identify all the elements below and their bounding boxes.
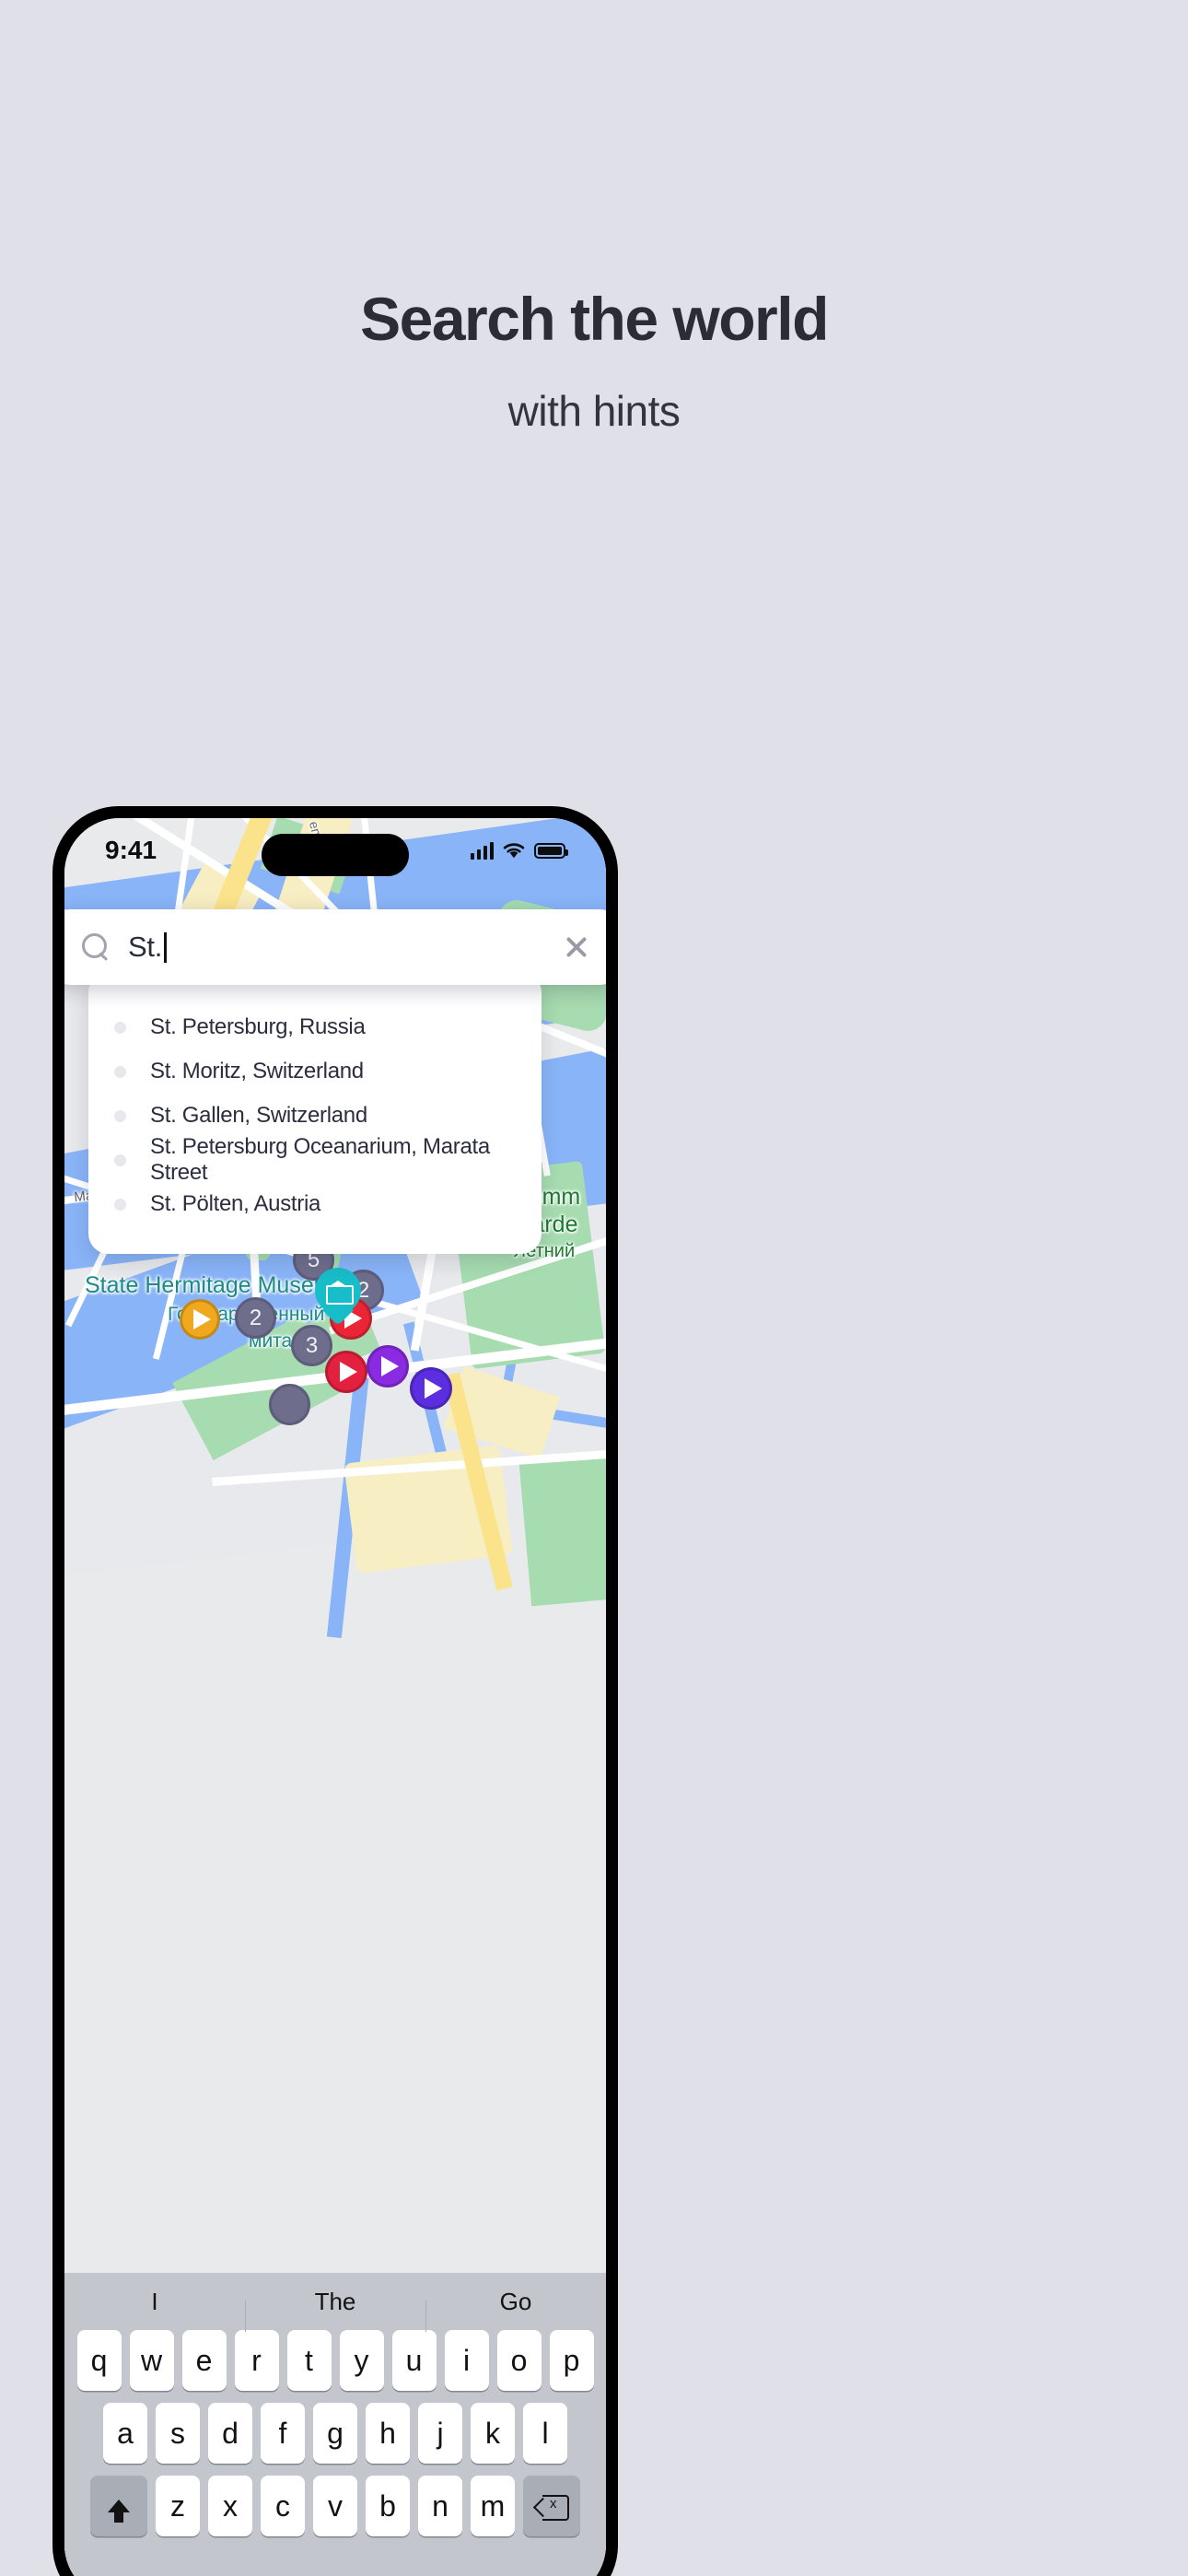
key-v[interactable]: v	[313, 2476, 357, 2536]
search-suggestions-panel: St. Petersburg, Russia St. Moritz, Switz…	[88, 972, 542, 1254]
suggestion-item[interactable]: St. Gallen, Switzerland	[88, 1094, 542, 1138]
suggestion-item[interactable]: St. Petersburg Oceanarium, Marata Street	[88, 1134, 542, 1185]
key-r[interactable]: r	[234, 2330, 279, 2391]
navigation-arrow-icon	[193, 1309, 211, 1329]
key-u[interactable]: u	[391, 2330, 437, 2391]
text-cursor	[164, 931, 167, 963]
suggestion-bullet-icon	[114, 1153, 126, 1166]
suggestion-item[interactable]: St. Pölten, Austria	[88, 1182, 542, 1226]
map-museum-pin[interactable]	[315, 1268, 361, 1326]
key-c[interactable]: c	[261, 2476, 305, 2536]
map-arrow-marker-violet[interactable]	[410, 1367, 452, 1410]
key-o[interactable]: o	[496, 2330, 542, 2391]
suggestion-label: St. Moritz, Switzerland	[150, 1059, 364, 1083]
key-d[interactable]: d	[208, 2403, 252, 2464]
clear-search-button[interactable]	[561, 931, 592, 963]
key-p[interactable]: p	[549, 2330, 594, 2391]
battery-full-icon	[534, 842, 568, 859]
key-t[interactable]: t	[286, 2330, 332, 2391]
map-arrow-marker-crimson[interactable]	[325, 1351, 367, 1393]
key-e[interactable]: e	[181, 2330, 227, 2391]
key-x[interactable]: x	[208, 2476, 252, 2536]
search-input[interactable]: St.	[128, 931, 561, 964]
suggestion-item[interactable]: St. Petersburg, Russia	[88, 1005, 542, 1049]
navigation-arrow-icon	[425, 1378, 442, 1399]
key-h[interactable]: h	[366, 2403, 410, 2464]
map-cluster-marker-partial[interactable]	[269, 1384, 310, 1425]
promo-header: Search the world with hints	[0, 0, 1188, 436]
keyboard-row-3: z x c v b n m x	[64, 2476, 606, 2536]
backspace-icon: x	[536, 2495, 569, 2521]
status-bar-time: 9:41	[105, 836, 157, 864]
keyboard-row-1: q w e r t y u i o p	[64, 2330, 606, 2391]
phone-screen: St enu Makarova Embankment State Hermita…	[64, 818, 606, 2576]
cluster-count: 3	[305, 1332, 319, 1358]
map-cluster-marker[interactable]: 3	[291, 1325, 332, 1366]
suggestion-bullet-icon	[114, 1198, 126, 1211]
key-w[interactable]: w	[129, 2330, 174, 2391]
key-y[interactable]: y	[339, 2330, 384, 2391]
suggestion-item[interactable]: St. Moritz, Switzerland	[88, 1049, 542, 1094]
suggestion-bullet-icon	[114, 1065, 126, 1078]
keyboard-suggestion-bar: I The Go	[64, 2273, 606, 2332]
suggestion-bullet-icon	[114, 1109, 126, 1122]
key-n[interactable]: n	[418, 2476, 462, 2536]
key-m[interactable]: m	[471, 2476, 515, 2536]
keyboard-suggestion[interactable]: The	[245, 2288, 425, 2332]
museum-icon	[326, 1281, 354, 1305]
status-bar-indicators	[470, 841, 568, 860]
suggestion-label: St. Petersburg, Russia	[150, 1014, 366, 1039]
key-a[interactable]: a	[103, 2403, 147, 2464]
suggestion-label: St. Pölten, Austria	[150, 1191, 321, 1216]
navigation-arrow-icon	[381, 1356, 399, 1376]
shift-key[interactable]	[90, 2476, 147, 2536]
key-l[interactable]: l	[523, 2403, 567, 2464]
key-b[interactable]: b	[366, 2476, 410, 2536]
key-s[interactable]: s	[156, 2403, 200, 2464]
page-subtitle: with hints	[507, 386, 681, 435]
map-park-se	[518, 1448, 606, 1607]
search-input-value: St.	[128, 931, 163, 963]
key-k[interactable]: k	[471, 2403, 515, 2464]
pin-head	[315, 1268, 361, 1314]
wifi-icon	[503, 842, 525, 858]
onscreen-keyboard: I The Go q w e r t y u i o p a s d f g h…	[64, 2273, 606, 2576]
search-icon	[82, 933, 110, 961]
key-z[interactable]: z	[156, 2476, 200, 2536]
shift-icon	[108, 2500, 130, 2523]
suggestion-label: St. Petersburg Oceanarium, Marata Street	[150, 1134, 490, 1185]
key-q[interactable]: q	[76, 2330, 122, 2391]
page-title: Search the world	[360, 285, 829, 353]
key-i[interactable]: i	[444, 2330, 489, 2391]
suggestion-bullet-icon	[114, 1021, 126, 1034]
keyboard-suggestion[interactable]: Go	[425, 2288, 606, 2332]
backspace-key[interactable]: x	[523, 2476, 580, 2536]
key-f[interactable]: f	[261, 2403, 305, 2464]
keyboard-row-2: a s d f g h j k l	[64, 2403, 606, 2464]
key-g[interactable]: g	[313, 2403, 357, 2464]
cellular-bars-icon	[470, 841, 494, 860]
phone-mockup: St enu Makarova Embankment State Hermita…	[52, 806, 618, 2576]
keyboard-suggestion[interactable]: I	[64, 2288, 245, 2316]
dynamic-island	[262, 834, 409, 876]
suggestion-label: St. Gallen, Switzerland	[150, 1103, 367, 1128]
cluster-count: 2	[249, 1305, 262, 1330]
map-arrow-marker-purple[interactable]	[367, 1345, 409, 1388]
map-cluster-marker[interactable]: 2	[235, 1297, 276, 1339]
search-bar[interactable]: St.	[64, 909, 606, 985]
map-arrow-marker-orange[interactable]	[180, 1299, 220, 1340]
key-j[interactable]: j	[418, 2403, 462, 2464]
navigation-arrow-icon	[340, 1362, 357, 1382]
